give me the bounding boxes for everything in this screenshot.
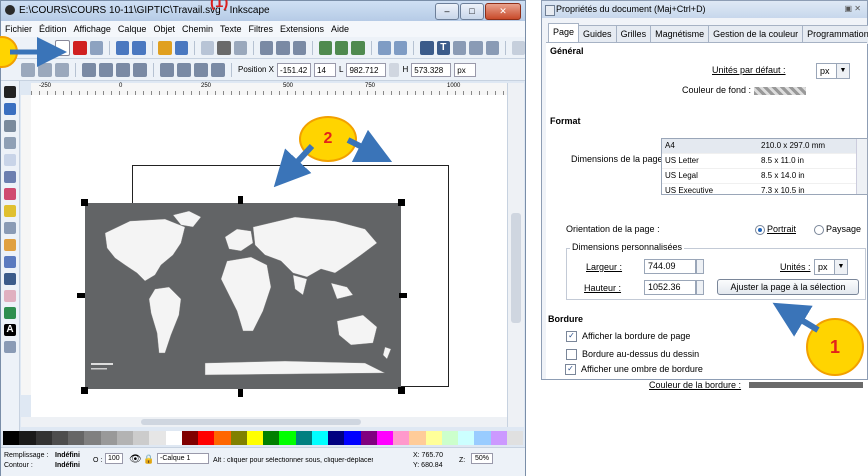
arrow-1 (772, 302, 820, 337)
annotation-arrows (10, 37, 820, 337)
arrow-2-left (273, 143, 315, 188)
arrow-2-right (346, 129, 393, 163)
